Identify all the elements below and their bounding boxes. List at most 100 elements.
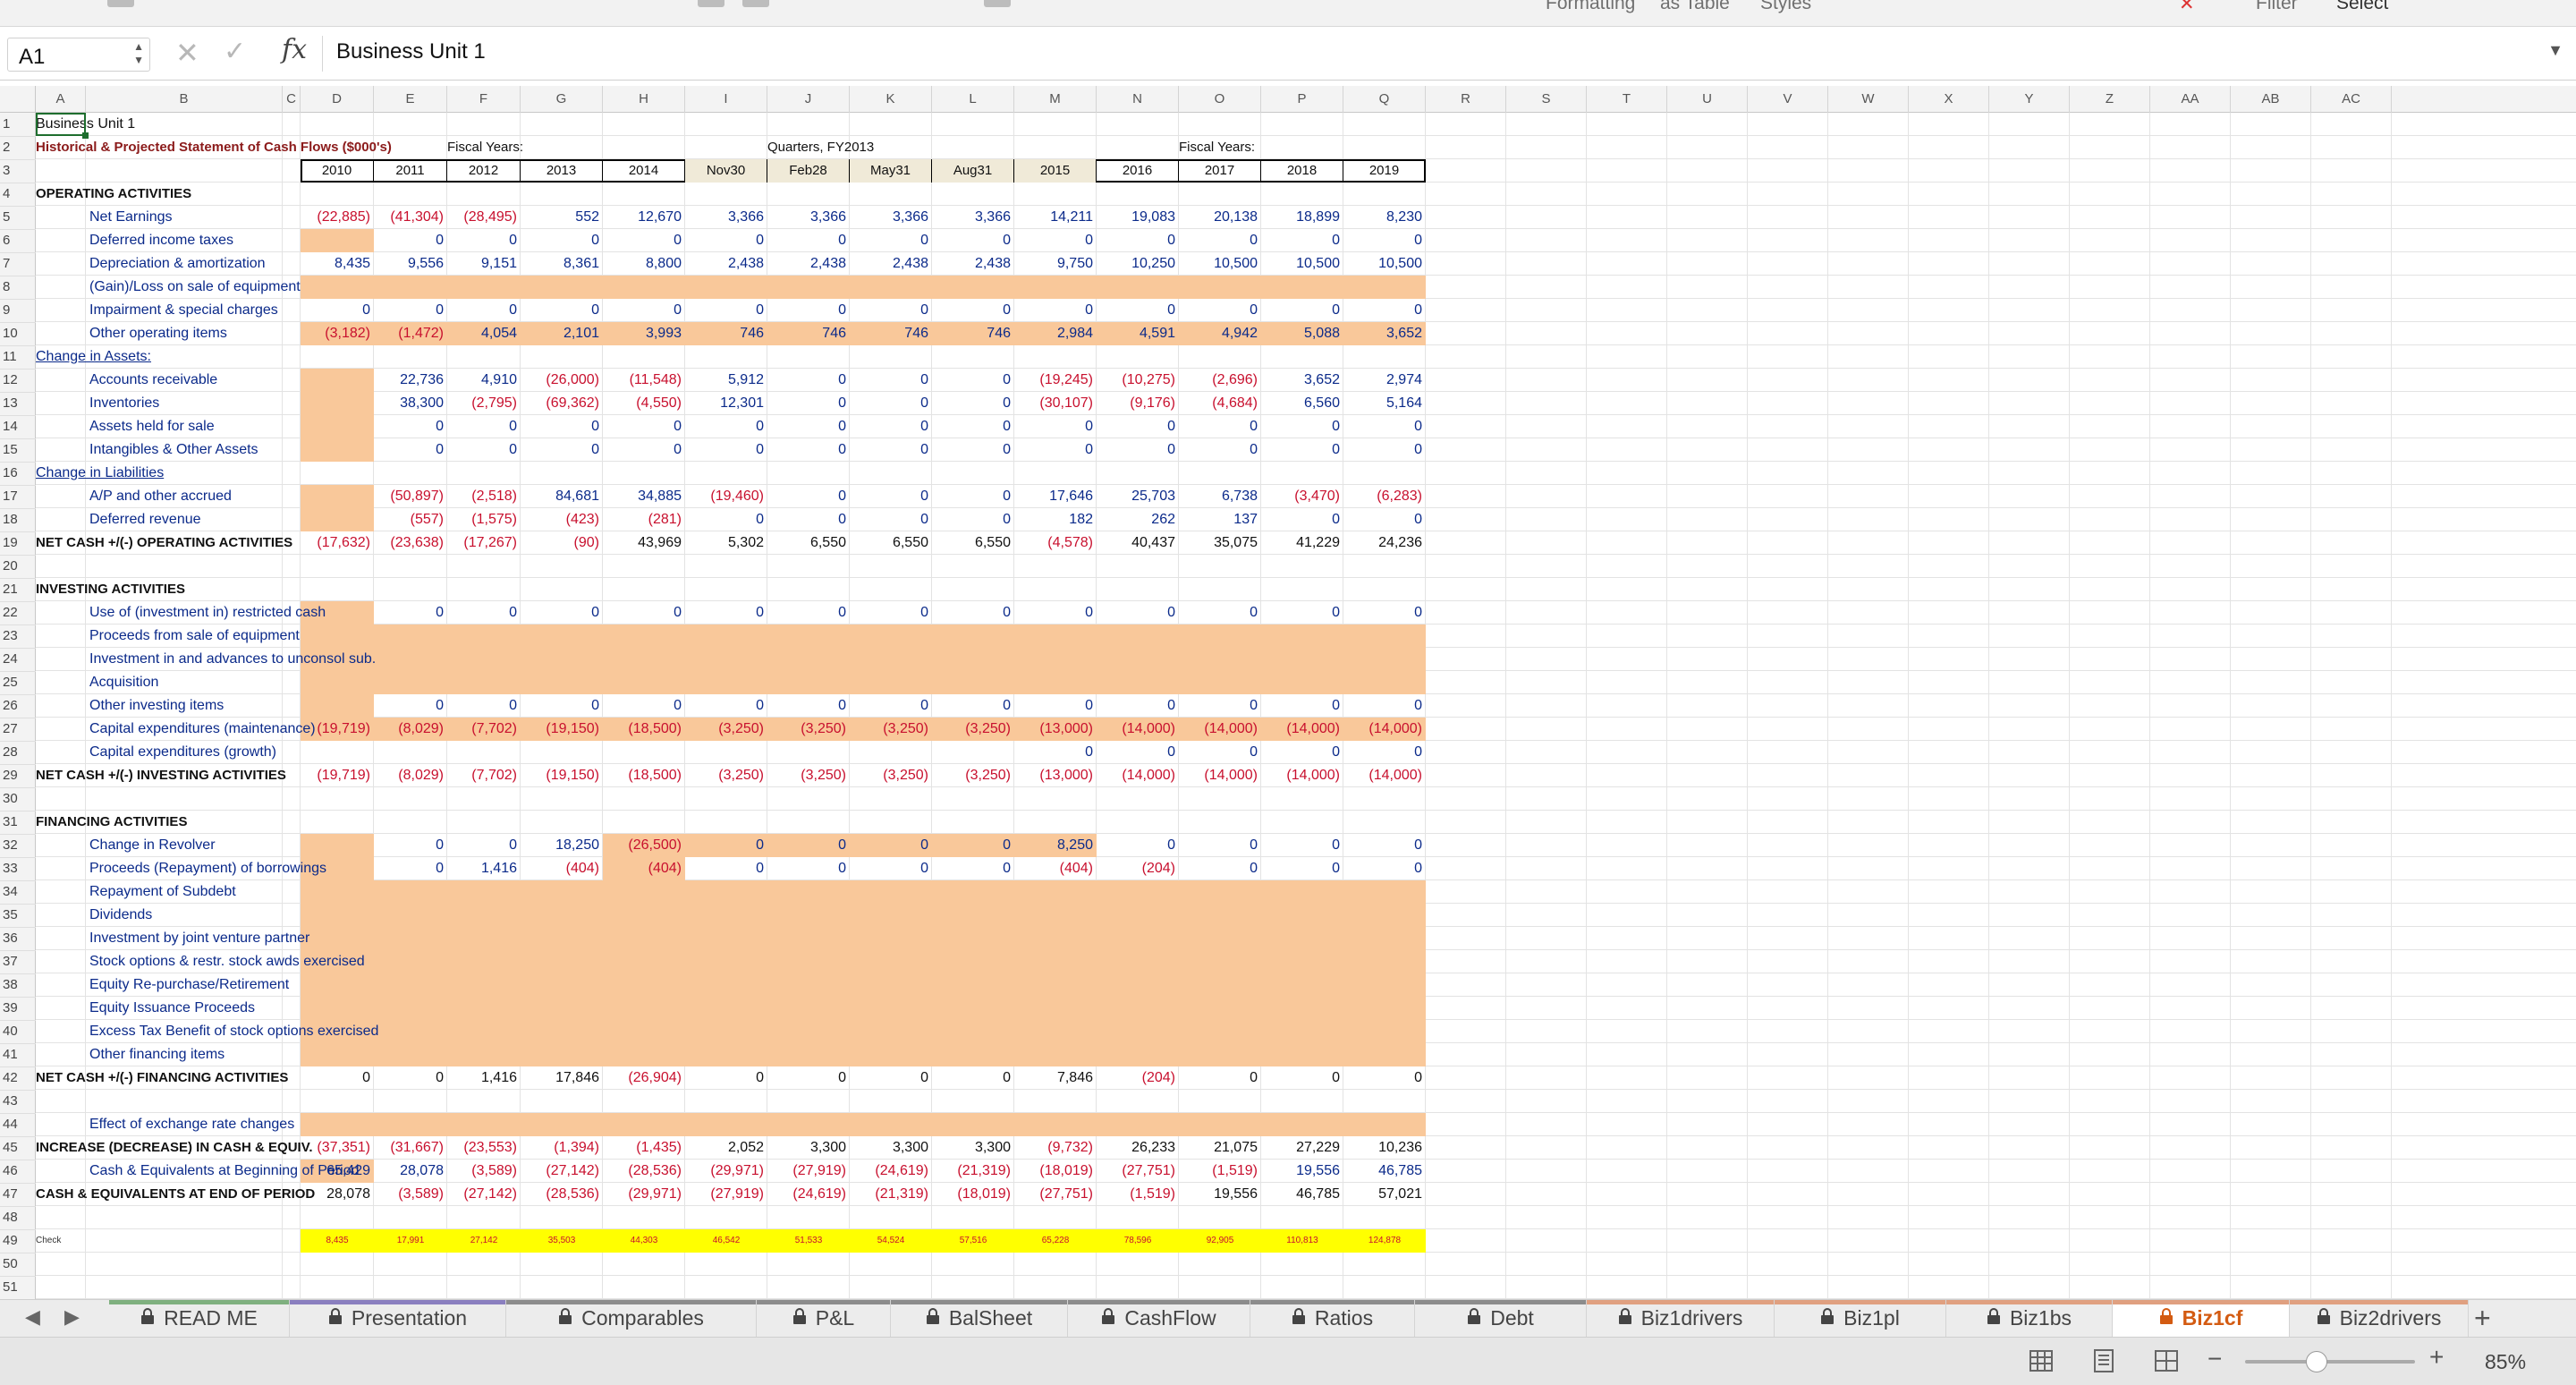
cell-value[interactable]: (28,495): [447, 206, 521, 229]
row-label[interactable]: Proceeds (Repayment) of borrowings: [86, 857, 372, 880]
enter-check-icon[interactable]: ✓: [224, 36, 246, 67]
row-header[interactable]: 5: [0, 206, 36, 230]
cell-value[interactable]: 124,878: [1343, 1229, 1426, 1253]
cell-value[interactable]: 0: [1014, 741, 1097, 764]
column-header[interactable]: P: [1261, 86, 1343, 113]
cell-value[interactable]: 0: [932, 438, 1014, 462]
cell-value[interactable]: 17,991: [374, 1229, 447, 1253]
column-header[interactable]: U: [1667, 86, 1748, 113]
cell-value[interactable]: 40,437: [1097, 531, 1179, 555]
period-header[interactable]: 2012: [447, 159, 521, 183]
row-header[interactable]: 4: [0, 183, 36, 207]
period-header[interactable]: 2015: [1014, 159, 1097, 183]
cell-value[interactable]: (27,919): [767, 1160, 850, 1183]
column-header[interactable]: Y: [1989, 86, 2070, 113]
cell-value[interactable]: 0: [1097, 834, 1179, 857]
cell-value[interactable]: 0: [850, 415, 932, 438]
cell-value[interactable]: 0: [767, 299, 850, 322]
cell-value[interactable]: 24,236: [1343, 531, 1426, 555]
cell-value[interactable]: 0: [1097, 601, 1179, 625]
cell-value[interactable]: 26,233: [1097, 1136, 1179, 1160]
cell-value[interactable]: 8,250: [1014, 834, 1097, 857]
row-header[interactable]: 13: [0, 392, 36, 416]
cell-value[interactable]: 0: [1261, 857, 1343, 880]
row-header[interactable]: 40: [0, 1020, 36, 1044]
cell-value[interactable]: 34,885: [603, 485, 685, 508]
cell-value[interactable]: 3,300: [850, 1136, 932, 1160]
row-header[interactable]: 21: [0, 578, 36, 602]
cell-value[interactable]: 6,550: [932, 531, 1014, 555]
cell-value[interactable]: 0: [1261, 299, 1343, 322]
cell-value[interactable]: 8,230: [1343, 206, 1426, 229]
cell-value[interactable]: (9,176): [1097, 392, 1179, 415]
cell-value[interactable]: 0: [932, 485, 1014, 508]
period-header[interactable]: 2017: [1179, 159, 1261, 183]
column-header[interactable]: C: [283, 86, 301, 113]
cell-value[interactable]: 746: [932, 322, 1014, 345]
cell-value[interactable]: 3,652: [1343, 322, 1426, 345]
column-header[interactable]: AA: [2150, 86, 2231, 113]
column-header[interactable]: I: [685, 86, 767, 113]
cell-value[interactable]: 0: [374, 857, 447, 880]
cell-value[interactable]: (90): [521, 531, 603, 555]
cell-value[interactable]: 0: [521, 694, 603, 718]
cell-value[interactable]: (14,000): [1097, 764, 1179, 787]
cell-value[interactable]: 0: [850, 438, 932, 462]
cell-value[interactable]: 1,416: [447, 857, 521, 880]
row-label[interactable]: Change in Assets:: [36, 345, 394, 369]
cell-value[interactable]: (14,000): [1097, 718, 1179, 741]
period-header[interactable]: 2018: [1261, 159, 1343, 183]
cell-value[interactable]: 0: [1261, 694, 1343, 718]
cell-value[interactable]: 0: [1343, 694, 1426, 718]
cell-value[interactable]: 8,800: [603, 252, 685, 276]
cell-value[interactable]: 2,974: [1343, 369, 1426, 392]
cell-value[interactable]: (27,142): [521, 1160, 603, 1183]
row-header[interactable]: 41: [0, 1043, 36, 1067]
sheet-tab[interactable]: Biz1drivers: [1587, 1300, 1775, 1338]
column-header[interactable]: AC: [2311, 86, 2392, 113]
cell-value[interactable]: 0: [447, 834, 521, 857]
cell-value[interactable]: 7,846: [1014, 1066, 1097, 1090]
cell-value[interactable]: 8,435: [301, 1229, 374, 1253]
row-header[interactable]: 51: [0, 1276, 36, 1300]
cell-value[interactable]: 182: [1014, 508, 1097, 531]
row-header[interactable]: 6: [0, 229, 36, 253]
cell-value[interactable]: 746: [685, 322, 767, 345]
cell-value[interactable]: 0: [521, 601, 603, 625]
cell-value[interactable]: 0: [374, 438, 447, 462]
cell-value[interactable]: 5,164: [1343, 392, 1426, 415]
row-header[interactable]: 25: [0, 671, 36, 695]
row-label[interactable]: Effect of exchange rate changes: [86, 1113, 372, 1136]
cell-value[interactable]: 0: [603, 601, 685, 625]
cell-value[interactable]: 0: [1343, 508, 1426, 531]
row-header[interactable]: 39: [0, 997, 36, 1021]
cell-value[interactable]: 0: [1097, 415, 1179, 438]
cell-value[interactable]: 0: [1014, 229, 1097, 252]
group-label-fiscal[interactable]: Fiscal Years:: [447, 136, 523, 159]
cell-value[interactable]: 0: [1343, 229, 1426, 252]
cell-value[interactable]: 0: [1097, 438, 1179, 462]
cell-value[interactable]: 0: [932, 229, 1014, 252]
cell-value[interactable]: (404): [521, 857, 603, 880]
cell-value[interactable]: 54,524: [850, 1229, 932, 1253]
row-label[interactable]: OPERATING ACTIVITIES: [36, 183, 394, 206]
row-header[interactable]: 45: [0, 1136, 36, 1160]
cell-area[interactable]: Business Unit 1 Historical & Projected St…: [36, 113, 2576, 1299]
column-header[interactable]: M: [1014, 86, 1097, 113]
cell-value[interactable]: 0: [767, 438, 850, 462]
cell-value[interactable]: (6,283): [1343, 485, 1426, 508]
column-header[interactable]: D: [301, 86, 374, 113]
row-label[interactable]: INVESTING ACTIVITIES: [36, 578, 394, 601]
column-header[interactable]: Z: [2070, 86, 2150, 113]
sheet-tab[interactable]: Biz1pl: [1775, 1300, 1946, 1338]
ribbon-label-styles[interactable]: Styles: [1760, 0, 1811, 14]
cell-value[interactable]: 43,969: [603, 531, 685, 555]
cell-value[interactable]: 0: [1179, 834, 1261, 857]
row-header[interactable]: 24: [0, 648, 36, 672]
row-header[interactable]: 48: [0, 1206, 36, 1230]
cell-value[interactable]: 0: [767, 229, 850, 252]
cell-value[interactable]: (27,142): [447, 1183, 521, 1206]
cell-value[interactable]: 4,054: [447, 322, 521, 345]
row-header[interactable]: 29: [0, 764, 36, 788]
column-header[interactable]: E: [374, 86, 447, 113]
